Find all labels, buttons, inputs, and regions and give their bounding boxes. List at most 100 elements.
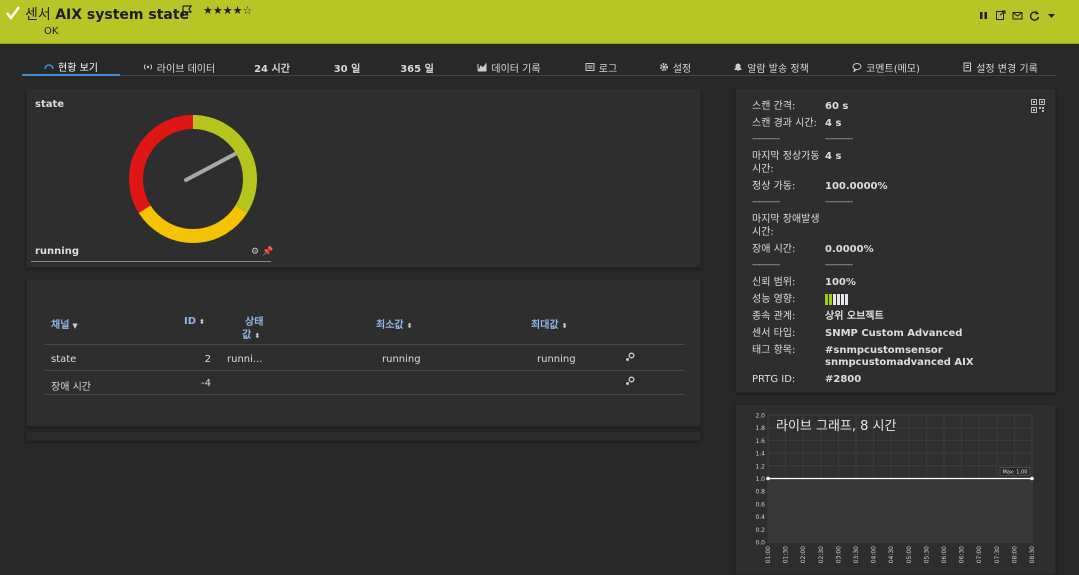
- x-tick-label: 07:00: [976, 546, 983, 563]
- sensor-header: 센서 AIX system state ★★★★☆ OK: [0, 0, 1079, 44]
- tab-365d[interactable]: 365 일: [394, 58, 440, 76]
- gauge-tools: ⚙ 📌: [251, 247, 273, 257]
- y-tick-label: 0.6: [755, 501, 765, 508]
- y-tick-label: 0.2: [755, 527, 765, 534]
- tab-log[interactable]: 로그: [580, 58, 622, 76]
- cell-state: runni...: [227, 354, 263, 365]
- bell-icon: [734, 63, 743, 71]
- export-icon[interactable]: [995, 6, 1006, 20]
- cell-id: 2: [204, 354, 211, 365]
- tab-data-history[interactable]: 데이터 기록: [472, 58, 546, 76]
- y-tick-label: 0.8: [755, 489, 765, 496]
- x-tick-label: 01:00: [765, 546, 772, 563]
- tab-overview[interactable]: 현황 보기: [22, 58, 120, 76]
- sensor-info-panel: 스캔 간격: 60 s 스캔 경과 시간: 4 s ---------- ---…: [735, 88, 1056, 393]
- chevron-down-icon[interactable]: [1046, 6, 1057, 18]
- tab-30d[interactable]: 30 일: [325, 58, 369, 76]
- history-icon: [963, 62, 972, 72]
- info-key: 신뢰 범위:: [752, 277, 796, 288]
- y-tick-label: 0.0: [755, 540, 765, 547]
- cell-channel[interactable]: 장애 시간: [51, 378, 91, 393]
- check-icon: [6, 6, 20, 20]
- tag-link[interactable]: snmpcustomadvanced AIX: [825, 356, 974, 369]
- performance-impact-bars: [825, 294, 848, 305]
- tab-live-data[interactable]: 라이브 데이터: [136, 58, 222, 76]
- settings-gear-icon[interactable]: [625, 352, 635, 362]
- y-tick-label: 1.0: [755, 476, 765, 483]
- col-min[interactable]: 최소값 ⬍: [376, 316, 412, 331]
- cell-channel[interactable]: state: [51, 354, 76, 365]
- info-value: #2800: [825, 374, 862, 385]
- pin-icon[interactable]: 📌: [262, 247, 273, 257]
- performance-bar: [837, 294, 840, 305]
- gauge-warning-arc: [138, 205, 248, 243]
- info-key: 정상 가동:: [752, 181, 796, 192]
- divider-dashes: ----------: [752, 134, 780, 144]
- table-header-divider: [45, 344, 685, 345]
- table-row[interactable]: state 2 runni... running running: [45, 347, 685, 371]
- x-tick-label: 02:00: [800, 546, 807, 563]
- col-max-label: 최대값: [531, 320, 559, 331]
- x-tick-label: 04:00: [871, 546, 878, 563]
- divider-dashes: ----------: [825, 260, 853, 270]
- cell-min: running: [382, 354, 421, 365]
- performance-bar: [829, 294, 832, 305]
- tab-label: 로그: [598, 63, 618, 75]
- mail-icon[interactable]: [1012, 6, 1023, 20]
- x-tick-label: 05:00: [906, 546, 913, 563]
- flag-icon[interactable]: [181, 5, 193, 17]
- info-value: 100.0000%: [825, 181, 888, 192]
- pause-icon[interactable]: [978, 6, 989, 19]
- col-channel[interactable]: 채널 ▼: [51, 316, 78, 331]
- x-tick-label: 06:30: [959, 546, 966, 563]
- sort-icon: ⬍: [254, 332, 261, 340]
- tab-settings[interactable]: 설정: [654, 58, 696, 76]
- info-key: 성능 영향:: [752, 294, 796, 305]
- tab-label: 설정 변경 기록: [976, 63, 1038, 75]
- series-area: [768, 478, 1032, 542]
- info-value: 100%: [825, 277, 856, 288]
- divider-dashes: ----------: [825, 197, 853, 207]
- x-tick-label: 04:30: [888, 546, 895, 563]
- x-tick-label: 01:30: [783, 546, 790, 563]
- settings-gear-icon[interactable]: [625, 376, 635, 386]
- tab-24h[interactable]: 24 시간: [248, 58, 296, 76]
- qr-code-icon[interactable]: [1031, 99, 1045, 113]
- cell-max: running: [537, 354, 576, 365]
- tab-label: 라이브 데이터: [156, 63, 216, 75]
- table-row[interactable]: 장애 시간 -4: [45, 371, 685, 395]
- info-value: 4 s: [825, 151, 842, 162]
- priority-stars[interactable]: ★★★★☆: [203, 4, 252, 17]
- performance-bar: [845, 294, 848, 305]
- gear-icon[interactable]: ⚙: [251, 247, 259, 257]
- x-tick-label: 06:00: [941, 546, 948, 563]
- gear-icon: [659, 63, 668, 71]
- y-tick-label: 1.2: [755, 463, 765, 470]
- col-id[interactable]: ID ⬍: [184, 316, 205, 327]
- col-min-label: 최소값: [376, 320, 404, 331]
- tab-label: 현황 보기: [58, 62, 98, 74]
- tab-history[interactable]: 설정 변경 기록: [960, 58, 1040, 76]
- gauge-value: running: [35, 246, 79, 257]
- gauge-underline: [31, 261, 271, 262]
- col-max[interactable]: 최대값 ⬍: [531, 316, 567, 331]
- refresh-icon[interactable]: [1029, 6, 1040, 21]
- info-key: PRTG ID:: [752, 374, 796, 385]
- x-tick-label: 02:30: [818, 546, 825, 563]
- x-tick-label: 08:00: [1011, 546, 1018, 563]
- data-point: [1030, 476, 1034, 481]
- dependency-link[interactable]: 상위 오브젝트: [825, 310, 884, 323]
- sort-desc-icon: ▼: [72, 322, 78, 330]
- y-tick-label: 1.4: [755, 451, 765, 458]
- info-key: 센서 타입:: [752, 328, 796, 339]
- panel-strip: [26, 431, 701, 441]
- col-state[interactable]: 상태 값 ⬍: [239, 316, 263, 343]
- tab-bar: 현황 보기 라이브 데이터 24 시간 30 일 365 일 데이터 기록 로그…: [22, 58, 1056, 76]
- x-tick-label: 03:30: [853, 546, 860, 563]
- tab-label: 설정: [672, 63, 692, 75]
- tab-comments[interactable]: 코멘트(메모): [848, 58, 924, 76]
- sort-icon: ⬍: [199, 318, 205, 326]
- col-state-label-2: 값: [242, 330, 252, 341]
- tab-notifications[interactable]: 알람 발송 정책: [730, 58, 812, 76]
- max-annotation: Max: 1.00: [1003, 470, 1028, 476]
